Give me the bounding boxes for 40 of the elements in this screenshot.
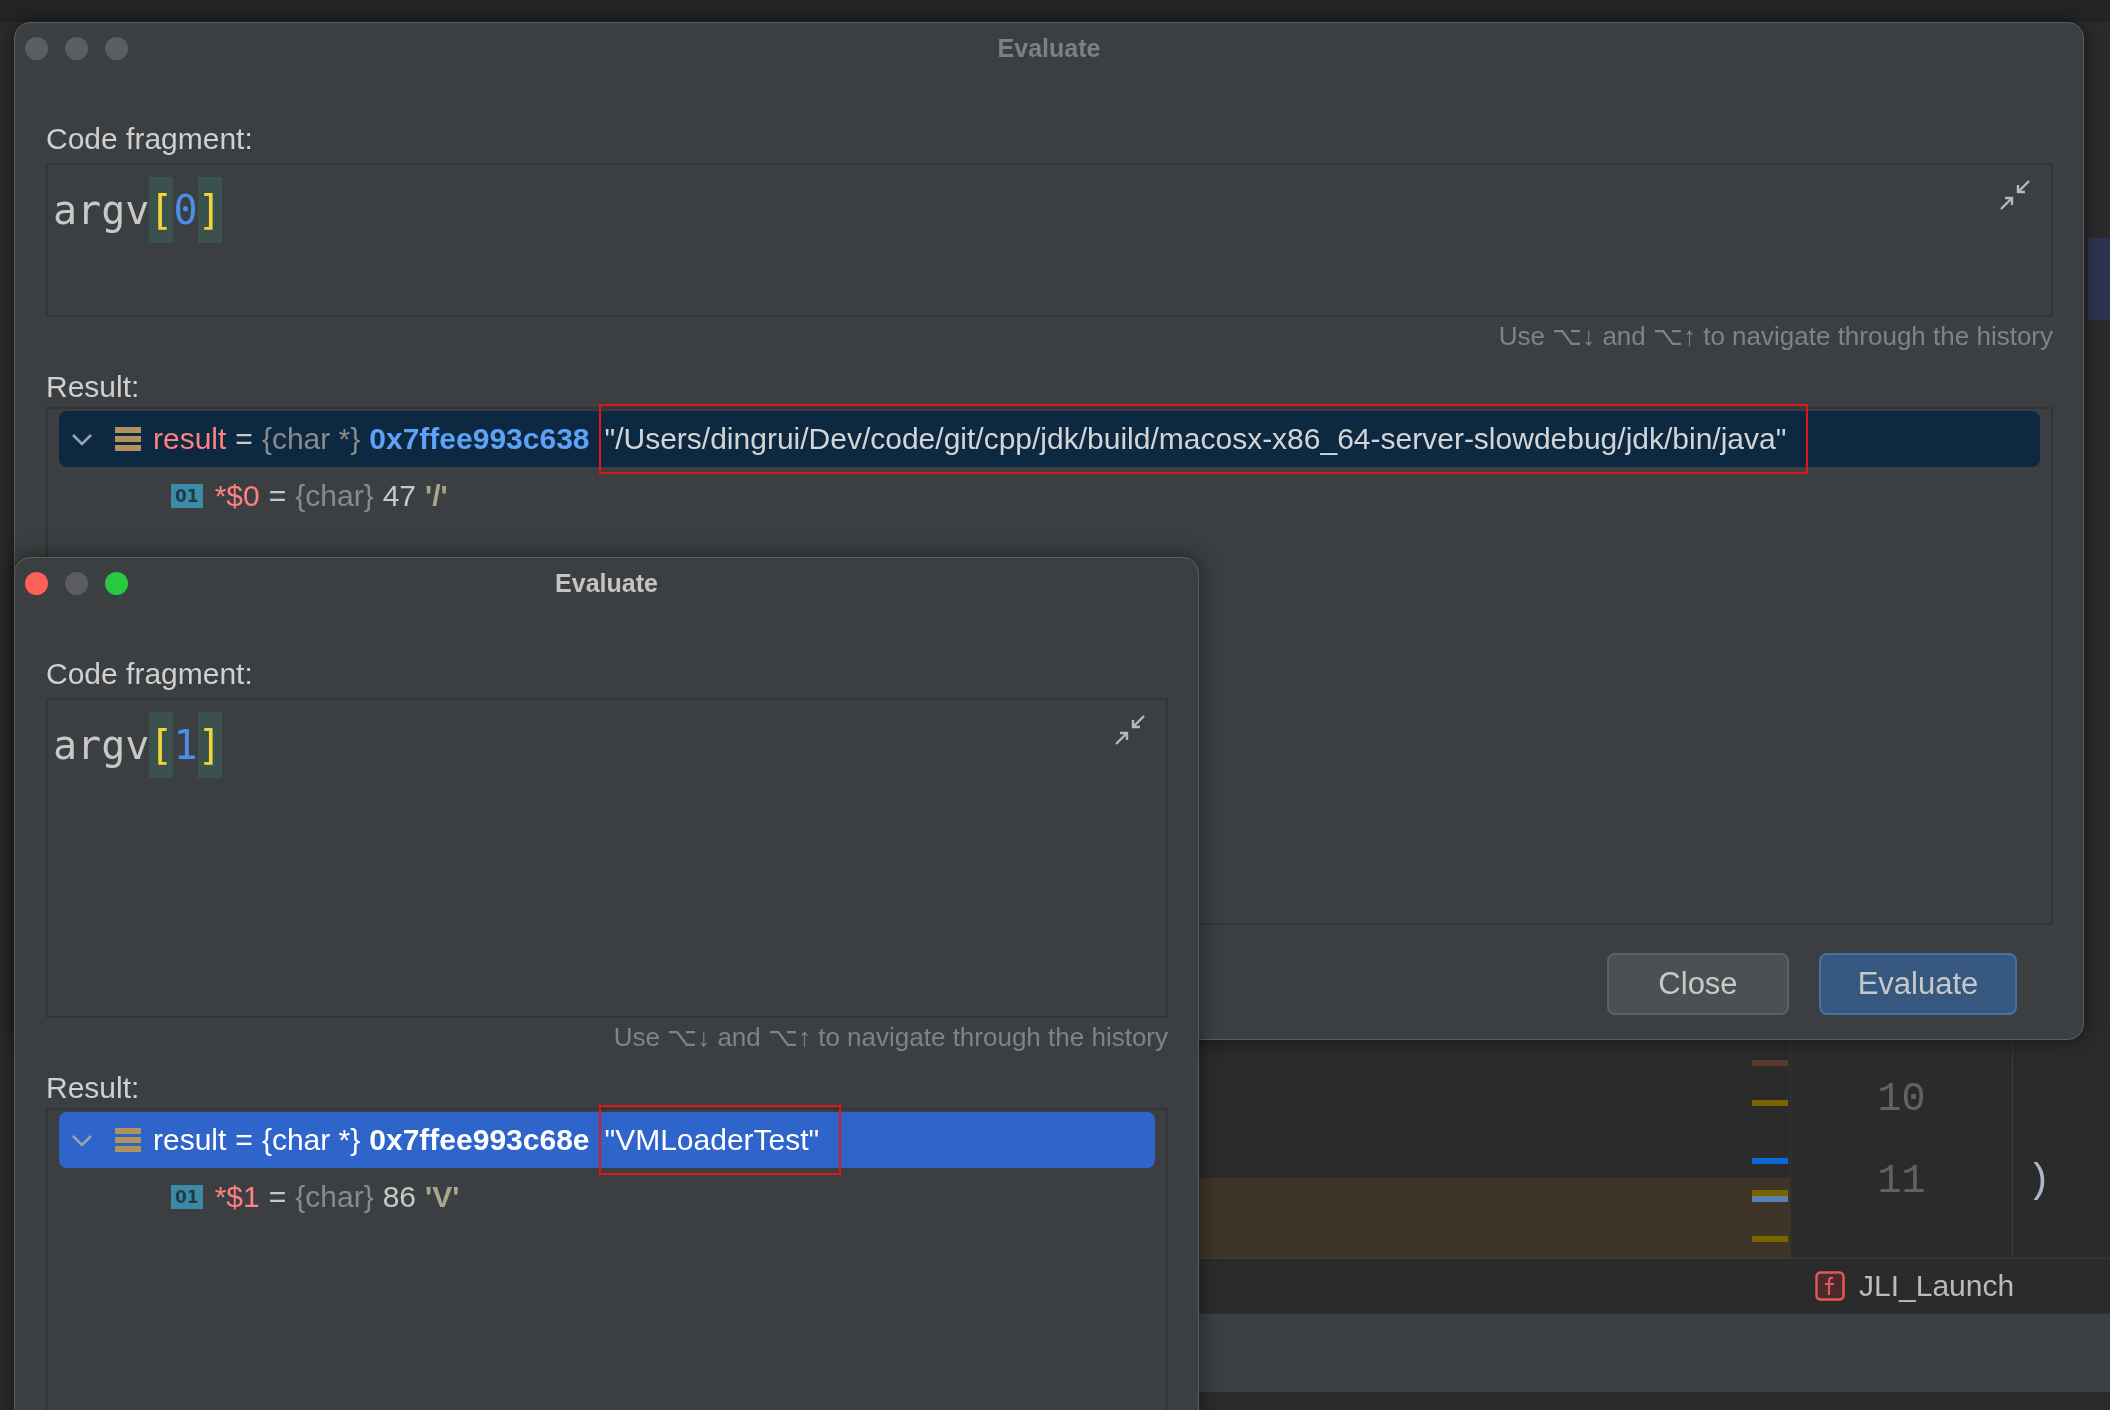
breadcrumb-item[interactable]: JLI_Launch: [1859, 1269, 2015, 1303]
code-field[interactable]: argv[1]: [46, 698, 1168, 1018]
equals-sign: =: [235, 422, 253, 456]
equals-sign: =: [235, 1123, 253, 1157]
hint-text: Use ⌥↓ and ⌥↑ to navigate through the history: [613, 1022, 1168, 1052]
line-number: 10: [1877, 1076, 1926, 1124]
close-button[interactable]: Close: [1607, 953, 1789, 1015]
code-text: argv[1]: [53, 712, 222, 778]
code-text: argv[0]: [53, 177, 222, 243]
type-text: {char *}: [261, 422, 361, 456]
variable-name: result: [153, 422, 227, 456]
variable-name: *$0: [214, 479, 260, 513]
type-text: {char *}: [261, 1123, 361, 1157]
value-badge: 01: [171, 1185, 203, 1209]
line-number: 11: [1877, 1158, 1926, 1206]
hint-text: Use ⌥↓ and ⌥↑ to navigate through the history: [1498, 321, 2053, 351]
field-label: Result:: [46, 369, 141, 405]
window-title: Evaluate: [997, 33, 1101, 63]
address-text: 0x7ffee993c68e: [369, 1123, 590, 1157]
field-label: Code fragment:: [46, 121, 254, 157]
field-label: Result:: [46, 1070, 141, 1106]
equals-sign: =: [268, 479, 287, 513]
type-text: {char}: [295, 479, 374, 513]
number-value: 47: [382, 479, 417, 513]
address-text: 0x7ffee993c638: [369, 422, 590, 456]
code-field[interactable]: argv[0]: [46, 163, 2053, 317]
code-line: ): [2027, 1158, 2052, 1206]
value-badge: 01: [171, 484, 203, 508]
char-value: '/': [425, 479, 448, 513]
field-label: Code fragment:: [46, 656, 254, 692]
evaluate-button[interactable]: Evaluate: [1819, 953, 2017, 1015]
string-value: "VMLoaderTest": [604, 1123, 820, 1156]
variable-name: *$1: [214, 1180, 260, 1214]
window-title: Evaluate: [555, 568, 658, 598]
equals-sign: =: [268, 1180, 287, 1214]
type-text: {char}: [295, 1180, 374, 1214]
string-value: "/Users/dingrui/Dev/code/git/cpp/jdk/build/macosx-x86_64-server-slowdebug/jdk/bin/java": [604, 422, 1787, 455]
number-value: 86: [382, 1180, 417, 1214]
variable-name: result: [153, 1123, 227, 1157]
char-value: 'V': [425, 1180, 460, 1214]
